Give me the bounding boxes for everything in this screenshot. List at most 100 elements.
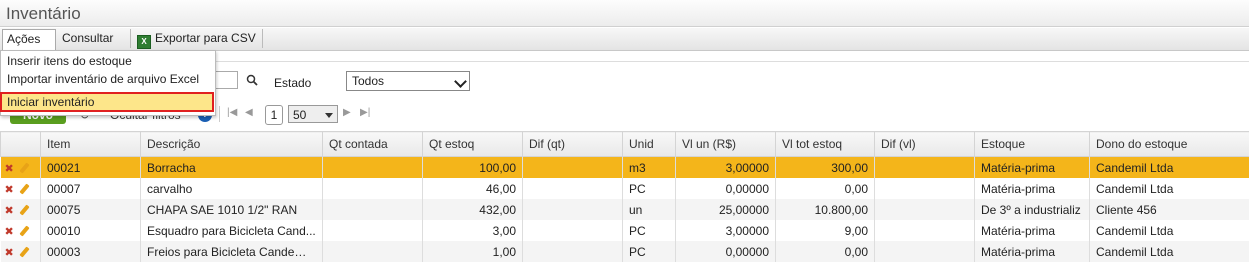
page-number-input[interactable]: 1 bbox=[265, 105, 283, 125]
excel-icon: X bbox=[137, 35, 151, 49]
column-header[interactable]: Qt estoq bbox=[422, 131, 523, 157]
column-header[interactable]: Dif (vl) bbox=[874, 131, 975, 157]
cell-qt-contada[interactable] bbox=[322, 178, 423, 199]
acoes-label: Ações bbox=[7, 32, 41, 46]
menu-item-importar[interactable]: Importar inventário de arquivo Excel bbox=[1, 70, 213, 88]
cell-descricao: Esquadro para Bicicleta Cand... bbox=[140, 220, 323, 241]
cell-dono: Candemil Ltda bbox=[1089, 178, 1249, 199]
estado-label: Estado bbox=[274, 76, 312, 90]
edit-icon[interactable] bbox=[19, 183, 30, 195]
cell-item: 00003 bbox=[40, 241, 141, 262]
cell-qt-estoq: 3,00 bbox=[422, 220, 523, 241]
edit-icon[interactable] bbox=[19, 204, 30, 216]
column-header[interactable]: Vl tot estoq bbox=[775, 131, 875, 157]
column-header[interactable]: Dono do estoque bbox=[1089, 131, 1249, 157]
cell-qt-estoq: 1,00 bbox=[422, 241, 523, 262]
estado-select[interactable]: Todos bbox=[346, 71, 470, 91]
cell-dono: Candemil Ltda bbox=[1089, 220, 1249, 241]
table-row[interactable]: ✖ 00003 Freios para Bicicleta Candemi...… bbox=[0, 241, 1249, 262]
next-page-icon[interactable]: ▶ bbox=[343, 107, 351, 118]
delete-icon[interactable]: ✖ bbox=[5, 163, 14, 175]
cell-qt-contada[interactable] bbox=[322, 220, 423, 241]
table-row[interactable]: ✖ 00007 carvalho 46,00 PC 0,00000 0,00 M… bbox=[0, 178, 1249, 199]
acoes-dropdown-menu: Inserir itens do estoque Importar invent… bbox=[0, 50, 216, 116]
cell-qt-contada[interactable] bbox=[322, 156, 423, 178]
column-header-actions bbox=[0, 131, 41, 157]
column-header[interactable]: Descrição bbox=[140, 131, 323, 157]
cell-vl-tot: 0,00 bbox=[775, 241, 875, 262]
row-actions: ✖ bbox=[0, 241, 41, 262]
cell-vl-tot: 9,00 bbox=[775, 220, 875, 241]
search-icon[interactable] bbox=[246, 74, 258, 86]
cell-unid: PC bbox=[622, 220, 676, 241]
consultar-menu-button[interactable]: Consultar bbox=[58, 29, 131, 61]
last-page-icon[interactable]: ▶| bbox=[360, 107, 370, 118]
column-header[interactable]: Vl un (R$) bbox=[675, 131, 776, 157]
edit-icon[interactable] bbox=[19, 225, 30, 237]
cell-dif-vl bbox=[874, 156, 975, 178]
cell-dif-qt bbox=[522, 199, 623, 220]
cell-dif-vl bbox=[874, 220, 975, 241]
inventory-table: Item Descrição Qt contada Qt estoq Dif (… bbox=[0, 131, 1249, 262]
row-actions: ✖ bbox=[0, 199, 41, 220]
cell-qt-estoq: 100,00 bbox=[422, 156, 523, 178]
table-row[interactable]: ✖ 00010 Esquadro para Bicicleta Cand... … bbox=[0, 220, 1249, 241]
cell-descricao: carvalho bbox=[140, 178, 323, 199]
divider bbox=[219, 106, 220, 122]
cell-dif-qt bbox=[522, 241, 623, 262]
delete-icon[interactable]: ✖ bbox=[5, 226, 14, 238]
prev-page-icon[interactable]: ◀ bbox=[245, 107, 253, 118]
cell-qt-contada[interactable] bbox=[322, 199, 423, 220]
toolbar: Ações Consultar X Exportar para CSV bbox=[0, 28, 1249, 62]
edit-icon[interactable] bbox=[19, 246, 30, 258]
table-row[interactable]: ✖ 00021 Borracha 100,00 m3 3,00000 300,0… bbox=[0, 156, 1249, 178]
cell-dif-qt bbox=[522, 178, 623, 199]
cell-descricao: CHAPA SAE 1010 1/2" RAN bbox=[140, 199, 323, 220]
cell-estoque: Matéria-prima bbox=[974, 156, 1090, 178]
estado-value: Todos bbox=[352, 74, 385, 88]
cell-unid: m3 bbox=[622, 156, 676, 178]
cell-dif-vl bbox=[874, 241, 975, 262]
cell-item: 00010 bbox=[40, 220, 141, 241]
cell-estoque: Matéria-prima bbox=[974, 220, 1090, 241]
menu-item-iniciar-inventario[interactable]: Iniciar inventário bbox=[0, 92, 214, 112]
cell-dif-vl bbox=[874, 178, 975, 199]
column-header[interactable]: Unid bbox=[622, 131, 676, 157]
row-actions: ✖ bbox=[0, 178, 41, 199]
column-header[interactable]: Item bbox=[40, 131, 141, 157]
cell-unid: PC bbox=[622, 178, 676, 199]
table-row[interactable]: ✖ 00075 CHAPA SAE 1010 1/2" RAN 432,00 u… bbox=[0, 199, 1249, 220]
cell-dif-qt bbox=[522, 156, 623, 178]
cell-qt-estoq: 46,00 bbox=[422, 178, 523, 199]
cell-item: 00021 bbox=[40, 156, 141, 178]
cell-estoque: Matéria-prima bbox=[974, 178, 1090, 199]
cell-estoque: Matéria-prima bbox=[974, 241, 1090, 262]
row-actions: ✖ bbox=[0, 156, 41, 178]
cell-vl-tot: 0,00 bbox=[775, 178, 875, 199]
acoes-menu-button[interactable]: Ações bbox=[2, 29, 56, 62]
cell-vl-un: 0,00000 bbox=[675, 241, 776, 262]
cell-descricao: Borracha bbox=[140, 156, 323, 178]
export-csv-button[interactable]: X Exportar para CSV bbox=[133, 29, 263, 49]
delete-icon[interactable]: ✖ bbox=[5, 247, 14, 259]
delete-icon[interactable]: ✖ bbox=[5, 184, 14, 196]
edit-icon[interactable] bbox=[19, 162, 30, 174]
first-page-icon[interactable]: |◀ bbox=[227, 107, 237, 118]
cell-dif-qt bbox=[522, 220, 623, 241]
page-title: Inventário bbox=[6, 4, 81, 23]
menu-item-inserir[interactable]: Inserir itens do estoque bbox=[1, 52, 213, 70]
cell-qt-contada[interactable] bbox=[322, 241, 423, 262]
chevron-down-icon bbox=[454, 75, 467, 88]
cell-vl-tot: 300,00 bbox=[775, 156, 875, 178]
column-header[interactable]: Estoque bbox=[974, 131, 1090, 157]
column-header[interactable]: Dif (qt) bbox=[522, 131, 623, 157]
cell-vl-un: 25,00000 bbox=[675, 199, 776, 220]
chevron-down-icon bbox=[325, 113, 333, 118]
page-size-select[interactable]: 50 bbox=[288, 105, 338, 123]
cell-item: 00007 bbox=[40, 178, 141, 199]
table-header-row: Item Descrição Qt contada Qt estoq Dif (… bbox=[0, 131, 1249, 157]
title-bar: Inventário bbox=[0, 0, 1249, 27]
delete-icon[interactable]: ✖ bbox=[5, 205, 14, 217]
cell-qt-estoq: 432,00 bbox=[422, 199, 523, 220]
column-header[interactable]: Qt contada bbox=[322, 131, 423, 157]
